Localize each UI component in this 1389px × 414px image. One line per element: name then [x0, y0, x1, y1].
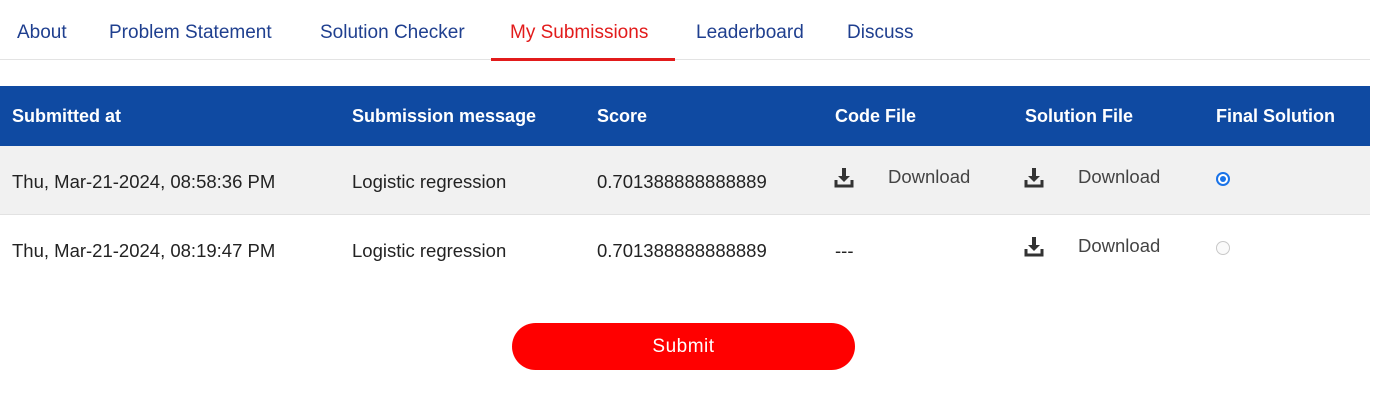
tab-about[interactable]: About — [17, 22, 67, 44]
message-cell: Logistic regression — [352, 240, 507, 261]
active-tab-indicator — [491, 58, 675, 61]
tab-discuss[interactable]: Discuss — [847, 22, 914, 44]
header-code-file: Code File — [835, 106, 917, 126]
download-link[interactable]: Download — [1078, 166, 1160, 188]
tab-my-submissions[interactable]: My Submissions — [510, 22, 648, 44]
submit-button[interactable]: Submit — [512, 323, 855, 370]
code-file-empty: --- — [835, 240, 854, 261]
download-icon — [1024, 168, 1044, 188]
download-link[interactable]: Download — [1078, 235, 1160, 257]
table-row: Thu, Mar-21-2024, 08:58:36 PM Logistic r… — [0, 146, 1370, 215]
score-cell: 0.701388888888889 — [597, 240, 767, 261]
submissions-table: Submitted at Submission message Score Co… — [0, 86, 1370, 283]
message-cell: Logistic regression — [352, 171, 507, 192]
header-final-solution: Final Solution — [1216, 106, 1335, 126]
tab-leaderboard[interactable]: Leaderboard — [696, 22, 804, 44]
tab-problem-statement[interactable]: Problem Statement — [109, 22, 272, 44]
header-score: Score — [597, 106, 648, 126]
table-row: Thu, Mar-21-2024, 08:19:47 PM Logistic r… — [0, 215, 1370, 283]
table-header: Submitted at Submission message Score Co… — [0, 86, 1370, 146]
submitted-at-cell: Thu, Mar-21-2024, 08:19:47 PM — [12, 240, 276, 261]
tab-bar: About Problem Statement Solution Checker… — [0, 0, 1370, 61]
code-file-download[interactable]: Download — [834, 166, 970, 188]
submitted-at-cell: Thu, Mar-21-2024, 08:58:36 PM — [12, 171, 276, 192]
header-submitted-at: Submitted at — [12, 106, 122, 126]
final-solution-radio[interactable] — [1216, 172, 1230, 186]
final-solution-radio[interactable] — [1216, 241, 1230, 255]
download-icon — [834, 168, 854, 188]
header-solution-file: Solution File — [1025, 106, 1133, 126]
download-icon — [1024, 237, 1044, 257]
header-submission-message: Submission message — [352, 106, 537, 126]
solution-file-download[interactable]: Download — [1024, 235, 1160, 257]
solution-file-download[interactable]: Download — [1024, 166, 1160, 188]
download-link[interactable]: Download — [888, 166, 970, 188]
tab-solution-checker[interactable]: Solution Checker — [320, 22, 465, 44]
score-cell: 0.701388888888889 — [597, 171, 767, 192]
